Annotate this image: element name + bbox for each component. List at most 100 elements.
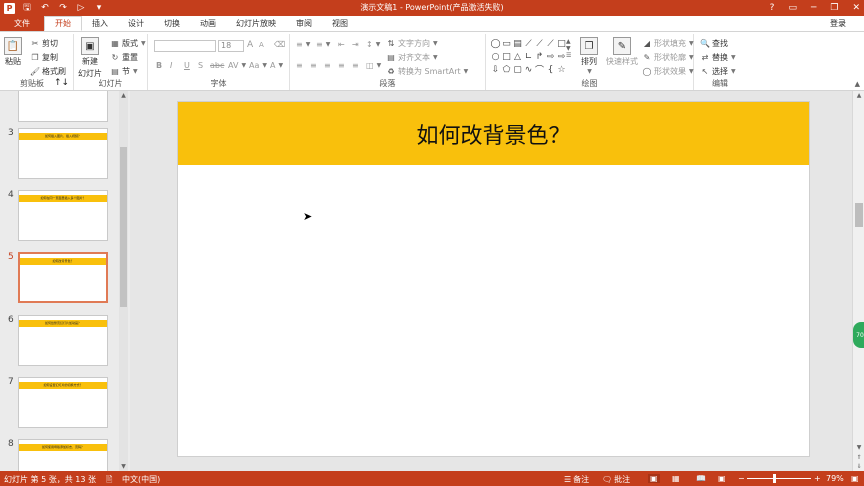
align-left-icon[interactable]: ≡ (296, 61, 303, 70)
shape-outline-button[interactable]: ✎ 形状轮廓 ▼ (642, 52, 694, 63)
down-arrow-icon[interactable]: ⇩ (490, 63, 501, 76)
shape-effects-button[interactable]: ◯ 形状效果 ▼ (642, 66, 694, 77)
tab-animations[interactable]: 动画 (190, 16, 226, 31)
fit-slide-icon[interactable]: ▣ (851, 474, 859, 483)
next-slide-icon[interactable]: ⇓ (853, 463, 864, 470)
textbox-shape-icon[interactable]: ▤ (512, 37, 523, 50)
rectangle-shape-icon[interactable]: ▭ (501, 37, 512, 50)
gallery-more-icon[interactable]: ▲ ▼ ☰ (566, 38, 571, 59)
font-color-button[interactable]: A ▼ (270, 61, 283, 70)
login-link[interactable]: 登录 (830, 18, 846, 29)
layout-button[interactable]: ▦ 版式 ▼ (110, 38, 145, 49)
thumbnail-scrollbar[interactable]: ▲ ▼ (119, 91, 128, 471)
select-button[interactable]: ↖ 选择 ▼ (700, 66, 736, 77)
numbering-icon[interactable]: ≡ ▼ (316, 40, 330, 49)
line2-shape-icon[interactable]: ⟋ (534, 37, 545, 50)
slide-thumbnail-8[interactable]: 如何使用母版添加标志、页码？ (18, 439, 108, 471)
scroll-up-icon[interactable]: ▲ (119, 92, 128, 99)
language-indicator[interactable]: 中文(中国) (122, 474, 160, 485)
cube-shape-icon[interactable]: ▢ (512, 63, 523, 76)
cut-button[interactable]: ✂ 剪切 (30, 38, 58, 49)
editor-scroll-down-icon[interactable]: ▼ (853, 444, 864, 451)
pentagon-shape-icon[interactable]: ⬠ (501, 63, 512, 76)
distributed-icon[interactable]: ≡ (352, 61, 359, 70)
slideshow-view-icon[interactable]: ▣ (718, 474, 726, 483)
square-shape-icon[interactable]: □ (501, 50, 512, 63)
save-icon[interactable]: 🖫 (21, 2, 33, 14)
circle-shape-icon[interactable]: ○ (490, 50, 501, 63)
section-button[interactable]: ▤ 节 ▼ (110, 66, 137, 77)
spelling-check-icon[interactable]: 🖹 (106, 474, 112, 486)
start-from-beginning-icon[interactable]: ▷ (75, 2, 87, 14)
slide-thumbnail-7[interactable]: 如何设置幻灯片的切换方式？ (18, 377, 108, 428)
convert-smartart-button[interactable]: ♻ 转换为 SmartArt ▼ (386, 66, 468, 77)
tab-insert[interactable]: 插入 (82, 16, 118, 31)
star-shape-icon[interactable]: ☆ (556, 63, 567, 76)
zoom-out-button[interactable]: − (738, 474, 745, 483)
slide-sorter-view-icon[interactable]: ▦ (672, 474, 680, 483)
reset-button[interactable]: ↻ 重置 (110, 52, 138, 63)
text-direction-button[interactable]: ⇅ 文字方向 ▼ (386, 38, 438, 49)
line3-shape-icon[interactable]: ⟋ (545, 37, 556, 50)
editor-scrollbar[interactable]: ▲ ▼ ⇑ ⇓ (852, 91, 864, 471)
replace-button[interactable]: ⇄ 替换 ▼ (700, 52, 736, 63)
collapse-ribbon-icon[interactable]: ▲ (855, 80, 860, 88)
strikethrough-icon[interactable]: abc (210, 61, 224, 70)
reading-view-icon[interactable]: 📖 (696, 474, 706, 483)
justify-icon[interactable]: ≡ (338, 61, 345, 70)
arrange-button[interactable]: ❐ 排列 ▼ (580, 37, 598, 75)
undo-icon[interactable]: ↶ (39, 2, 51, 14)
brace-shape-icon[interactable]: { (545, 63, 556, 76)
line-shape-icon[interactable]: ⟋ (523, 37, 534, 50)
thumbnail-scrollbar-thumb[interactable] (120, 147, 127, 307)
zoom-in-button[interactable]: + (814, 474, 821, 483)
triangle-shape-icon[interactable]: △ (512, 50, 523, 63)
format-painter-button[interactable]: 🖌 格式刷 (30, 66, 66, 77)
previous-slide-icon[interactable]: ⇑ (853, 454, 864, 461)
slide-thumbnail-2[interactable] (18, 91, 108, 122)
ribbon-display-options-icon[interactable]: ▭ (788, 3, 797, 13)
help-icon[interactable]: ? (770, 3, 775, 13)
tab-design[interactable]: 设计 (118, 16, 154, 31)
wave-shape-icon[interactable]: ∿ (523, 63, 534, 76)
new-slide-button[interactable]: ▣ 新建 幻灯片 (78, 37, 102, 79)
normal-view-icon[interactable]: ▣ (648, 474, 660, 483)
bold-button[interactable]: B (156, 61, 162, 70)
current-slide[interactable]: 如何改背景色？ (177, 101, 810, 457)
slide-title[interactable]: 如何改背景色？ (416, 118, 570, 150)
shrink-font-button[interactable]: A (259, 41, 264, 49)
zoom-slider-handle[interactable] (773, 474, 776, 483)
font-size-combobox[interactable]: 18 (218, 40, 244, 52)
font-name-combobox[interactable] (154, 40, 216, 52)
tab-review[interactable]: 审阅 (286, 16, 322, 31)
minimize-button[interactable]: ─ (811, 3, 816, 13)
decrease-indent-icon[interactable]: ⇤ (338, 40, 345, 49)
restore-button[interactable]: ❐ (830, 3, 838, 13)
align-text-button[interactable]: ▤ 对齐文本 ▼ (386, 52, 437, 63)
slide-thumbnail-5-selected[interactable]: 如何改背景色？ (18, 252, 108, 303)
paste-button[interactable]: 📋 粘贴 (4, 37, 22, 67)
change-case-button[interactable]: Aa ▼ (249, 61, 267, 70)
editor-scroll-up-icon[interactable]: ▲ (853, 92, 864, 99)
line-spacing-icon[interactable]: ↕ ▼ (366, 40, 380, 49)
increase-indent-icon[interactable]: ⇥ (352, 40, 359, 49)
copy-button[interactable]: ❐ 复制 (30, 52, 58, 63)
find-button[interactable]: 🔍 查找 (700, 38, 728, 49)
editor-scrollbar-thumb[interactable] (855, 203, 863, 227)
arrow-shape-icon[interactable]: ⇨ (545, 50, 556, 63)
comments-button[interactable]: 🗨 批注 (602, 474, 630, 485)
clear-formatting-icon[interactable]: ⌫ (274, 40, 285, 49)
notes-button[interactable]: ☰ 备注 (564, 474, 589, 485)
customize-qat-icon[interactable]: ▾ (93, 2, 105, 14)
arrow-connector-icon[interactable]: ↱ (534, 50, 545, 63)
slide-thumbnail-4[interactable]: 如何在同一页面里插入多个图片？ (18, 190, 108, 241)
slide-thumbnail-3[interactable]: 如何插入图片、插入视频？ (18, 128, 108, 179)
align-right-icon[interactable]: ≡ (324, 61, 331, 70)
zoom-slider-track[interactable] (747, 478, 811, 479)
grow-font-button[interactable]: A (247, 40, 253, 50)
shadow-button[interactable]: S (198, 61, 203, 70)
character-spacing-button[interactable]: AV ▼ (228, 61, 246, 70)
quick-styles-button[interactable]: ✎ 快速样式 (606, 37, 638, 67)
tab-file[interactable]: 文件 (0, 16, 44, 31)
floating-widget-icon[interactable]: 70 (853, 322, 864, 348)
